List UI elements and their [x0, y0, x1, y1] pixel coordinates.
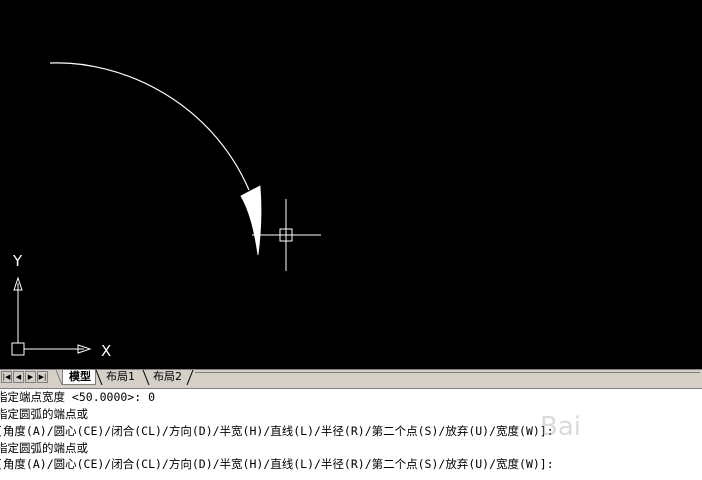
drawing-canvas[interactable]: Y X	[0, 0, 702, 369]
first-tab-icon[interactable]: |◀	[1, 371, 12, 383]
tab-layout2-label: 布局2	[153, 370, 182, 383]
tab-model-label: 模型	[69, 370, 91, 383]
ucs-x-label: X	[101, 342, 111, 360]
next-tab-icon[interactable]: ▶	[25, 371, 36, 383]
prev-tab-icon[interactable]: ◀	[13, 371, 24, 383]
horizontal-scrollbar[interactable]	[195, 372, 700, 383]
command-window[interactable]: 指定端点宽度 <50.0000>: 0 指定圆弧的端点或 [角度(A)/圆心(C…	[0, 389, 702, 480]
command-history-line: [角度(A)/圆心(CE)/闭合(CL)/方向(D)/半宽(H)/直线(L)/半…	[0, 424, 554, 438]
tab-model-left-edge	[55, 370, 62, 385]
ucs-y-label: Y	[12, 252, 23, 270]
last-tab-icon[interactable]: ▶|	[37, 371, 48, 383]
drawing-area[interactable]: Y X	[0, 0, 702, 369]
crosshair-cursor	[252, 199, 321, 271]
command-history-line: 指定端点宽度 <50.0000>: 0	[0, 390, 156, 404]
tab-layout2-right-edge	[186, 370, 194, 385]
autocad-window: Y X |◀ ◀ ▶ ▶| 模型 布局1 布局2 指定端点宽度 <50.0000…	[0, 0, 702, 480]
ucs-icon: Y X	[11, 252, 111, 360]
command-history-line: 指定圆弧的端点或	[0, 407, 88, 421]
tab-model[interactable]: 模型	[62, 370, 96, 385]
command-history-line: 指定圆弧的端点或	[0, 441, 88, 455]
layout-tab-bar: |◀ ◀ ▶ ▶| 模型 布局1 布局2	[0, 369, 702, 385]
tab-layout2-left-edge	[142, 370, 150, 385]
tab-layout1-left-edge	[95, 370, 103, 385]
tab-layout1[interactable]: 布局1	[100, 370, 139, 385]
tab-layout1-label: 布局1	[106, 370, 135, 383]
tab-layout2[interactable]: 布局2	[147, 370, 186, 385]
polyline-arc[interactable]	[49, 62, 250, 191]
command-prompt-line[interactable]: [角度(A)/圆心(CE)/闭合(CL)/方向(D)/半宽(H)/直线(L)/半…	[0, 456, 554, 473]
polyline-arrowhead[interactable]	[240, 185, 262, 256]
